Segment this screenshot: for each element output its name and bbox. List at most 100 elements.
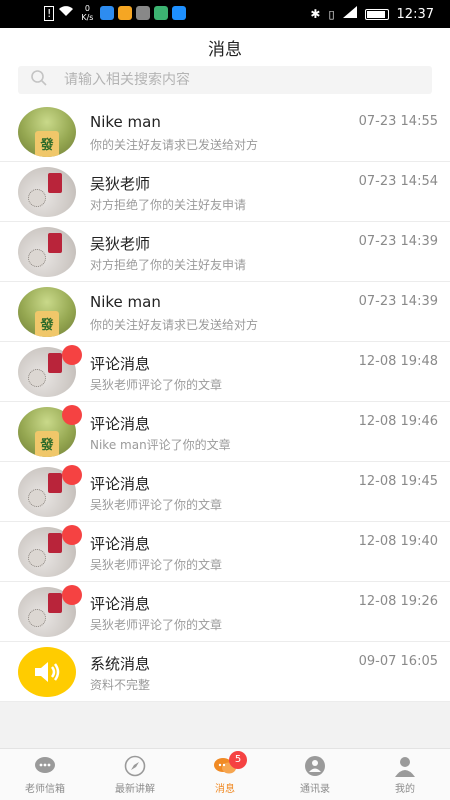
net-speed: 0 K/s [81,4,94,22]
message-row[interactable]: 评论消息吴狄老师评论了你的文章 12-08 19:26 [0,582,450,642]
message-preview: 吴狄老师评论了你的文章 [90,617,223,632]
message-preview: 对方拒绝了你的关注好友申请 [90,257,247,272]
message-time: 12-08 19:45 [358,473,438,489]
avatar-image: 發 [18,106,76,157]
speaker-icon [18,646,76,697]
app-notification-icon [154,6,169,20]
message-list: 發 Nike man 你的关注好友请求已发送给对方 07-23 14:55 吴狄老师对方… [0,102,450,702]
status-icons-right: ✱ ▯ 12:37 [310,6,434,22]
message-text: 系统消息资料不完整 09-07 16:05 [90,642,450,702]
unread-dot [62,404,82,425]
tab-label: 老师信箱 [25,784,65,795]
message-time: 12-08 19:40 [358,533,438,549]
message-preview: 你的关注好友请求已发送给对方 [90,317,259,332]
avatar-glyph: 發 [35,310,59,337]
message-row[interactable]: 评论消息 吴狄老师评论了你的文章 12-08 19:48 [0,342,450,402]
battery-icon [364,8,389,20]
avatar [18,344,82,397]
avatar: 發 [18,106,76,157]
message-preview: 你的关注好友请求已发送给对方 [90,137,259,152]
tab-message[interactable]: 消息 5 [180,749,270,800]
app-notification-icon [172,6,187,20]
message-time: 09-07 16:05 [358,653,438,669]
message-title: Nike man [90,292,161,311]
wifi-icon [58,5,74,21]
message-text: 评论消息 Nike man评论了你的文章 12-08 19:46 [90,402,450,462]
tab-label: 我的 [395,784,415,795]
avatar [18,646,76,697]
compass-icon [123,755,147,777]
message-text: 评论消息吴狄老师评论了你的文章 12-08 19:26 [90,582,450,642]
message-row[interactable]: 评论消息吴狄老师评论了你的文章 12-08 19:45 [0,462,450,522]
message-time: 12-08 19:48 [358,353,438,369]
message-time: 07-23 14:39 [358,233,438,249]
message-title: 系统消息 [90,654,151,673]
message-row[interactable]: 發 Nike man 你的关注好友请求已发送给对方 07-23 14:39 [0,282,450,342]
search-icon [30,69,48,91]
tab-label: 消息 [215,784,235,795]
tab-compass[interactable]: 最新讲解 [90,749,180,800]
avatar [18,584,82,637]
avatar-image [18,226,76,277]
app-notification-icon [100,6,115,20]
unread-dot [62,524,82,545]
message-text: 吴狄老师 对方拒绝了你的关注好友申请 07-23 14:39 [90,222,450,282]
message-text: Nike man 你的关注好友请求已发送给对方 07-23 14:39 [90,282,450,342]
message-title: 评论消息 [90,594,151,613]
avatar-glyph: 發 [35,430,59,457]
avatar: 發 [18,404,82,457]
person-icon [393,755,417,777]
message-row[interactable]: 發 评论消息 Nike man评论了你的文章 12-08 19:46 [0,402,450,462]
contacts-icon [303,755,327,777]
avatar [18,166,76,217]
tab-label: 最新讲解 [115,784,155,795]
message-row[interactable]: 评论消息 吴狄老师评论了你的文章 12-08 19:40 [0,522,450,582]
unread-dot [62,584,82,605]
message-text: 评论消息 吴狄老师评论了你的文章 12-08 19:40 [90,522,450,582]
signal-icon [342,6,357,22]
message-text: Nike man 你的关注好友请求已发送给对方 07-23 14:55 [90,102,450,162]
message-preview: 对方拒绝了你的关注好友申请 [90,197,247,212]
message-time: 07-23 14:39 [358,293,438,309]
vibrate-icon: ▯ [328,7,335,21]
message-preview: 资料不完整 [90,677,151,692]
bottom-tab-bar: 老师信箱 最新讲解 消息 5 通讯录 我的 [0,748,450,800]
message-text: 评论消息吴狄老师评论了你的文章 12-08 19:45 [90,462,450,522]
message-row[interactable]: 發 Nike man 你的关注好友请求已发送给对方 07-23 14:55 [0,102,450,162]
tab-chat-bubble[interactable]: 老师信箱 [0,749,90,800]
message-time: 07-23 14:55 [358,113,438,129]
tab-badge: 5 [229,751,247,769]
message-text: 吴狄老师对方拒绝了你的关注好友申请 07-23 14:54 [90,162,450,222]
message-title: 评论消息 [90,354,151,373]
avatar [18,524,82,577]
status-icons-left: ! 0 K/s [44,4,187,22]
message-preview: 吴狄老师评论了你的文章 [90,497,223,512]
avatar-image: 發 [18,286,76,337]
message-title: 吴狄老师 [90,174,151,193]
unread-dot [62,344,82,365]
bluetooth-icon: ✱ [310,7,321,21]
tab-label: 通讯录 [300,784,330,795]
message-row[interactable]: 系统消息资料不完整 09-07 16:05 [0,642,450,702]
message-time: 12-08 19:46 [358,413,438,429]
search-input[interactable] [64,72,384,88]
tab-person[interactable]: 我的 [360,749,450,800]
avatar [18,464,82,517]
app-notification-icon [136,6,151,20]
message-row[interactable]: 吴狄老师对方拒绝了你的关注好友申请 07-23 14:54 [0,162,450,222]
search-box[interactable] [18,66,432,94]
message-time: 12-08 19:26 [358,593,438,609]
message-title: 评论消息 [90,474,151,493]
clock: 12:37 [396,6,434,22]
avatar [18,226,76,277]
message-time: 07-23 14:54 [358,173,438,189]
sim-icon: ! [44,5,55,21]
status-bar: ! 0 K/s ✱ ▯ 12:37 [0,0,450,28]
avatar: 發 [18,286,76,337]
unread-dot [62,464,82,485]
message-row[interactable]: 吴狄老师 对方拒绝了你的关注好友申请 07-23 14:39 [0,222,450,282]
app-notification-icon [118,6,133,20]
message-title: 评论消息 [90,414,151,433]
tab-contacts[interactable]: 通讯录 [270,749,360,800]
message-preview: 吴狄老师评论了你的文章 [90,557,223,572]
